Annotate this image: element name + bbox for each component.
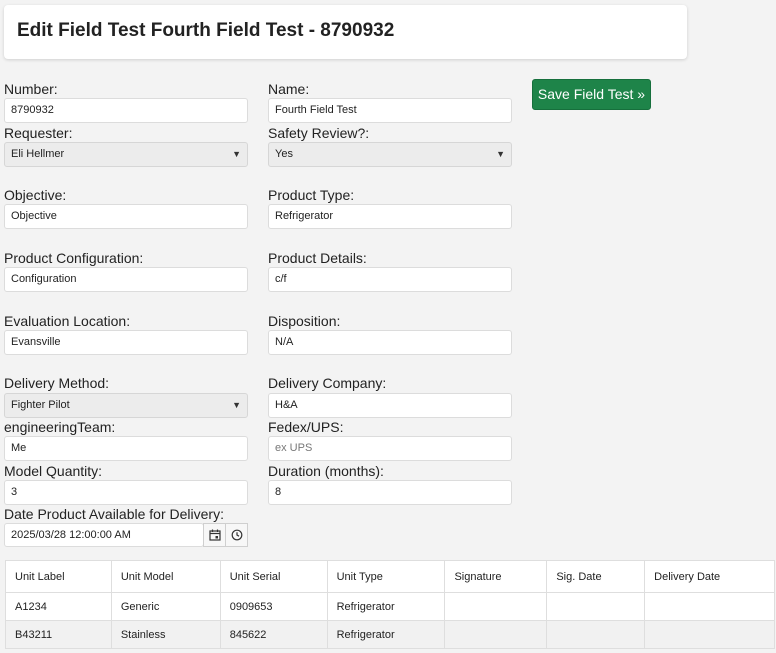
duration-input[interactable]: 8	[268, 480, 512, 505]
engineering-team-input[interactable]: Me	[4, 436, 248, 461]
delivery-company-input[interactable]: H&A	[268, 393, 512, 418]
fedex-ups-input[interactable]: ex UPS	[268, 436, 512, 461]
col-delivery-date[interactable]: Delivery Date	[644, 560, 775, 593]
name-label: Name:	[268, 81, 310, 97]
table-cell	[644, 620, 775, 649]
objective-label: Objective:	[4, 187, 67, 203]
duration-label: Duration (months):	[268, 463, 384, 479]
col-unit-label[interactable]: Unit Label	[5, 560, 112, 593]
col-sig-date[interactable]: Sig. Date	[546, 560, 646, 593]
table-cell: Refrigerator	[326, 592, 446, 621]
model-quantity-input[interactable]: 3	[4, 480, 248, 505]
fedex-ups-label: Fedex/UPS:	[268, 419, 344, 435]
calendar-icon	[208, 529, 221, 541]
safety-review-select[interactable]: Yes ▼	[268, 142, 512, 167]
model-quantity-label: Model Quantity:	[4, 463, 103, 479]
available-date-label: Date Product Available for Delivery:	[4, 506, 224, 522]
number-input[interactable]: 8790932	[4, 98, 248, 123]
product-type-label: Product Type:	[268, 187, 355, 203]
table-cell	[444, 592, 548, 621]
product-details-input[interactable]: c/f	[268, 267, 512, 292]
requester-label: Requester:	[4, 125, 73, 141]
table-cell	[444, 620, 548, 649]
engineering-team-label: engineeringTeam:	[4, 419, 116, 435]
delivery-method-select[interactable]: Fighter Pilot ▼	[4, 393, 248, 418]
available-date-input[interactable]: 2025/03/28 12:00:00 AM	[4, 523, 204, 547]
product-details-label: Product Details:	[268, 250, 367, 266]
table-cell: 0909653	[219, 592, 328, 621]
table-cell: Generic	[110, 592, 221, 621]
table-cell: A1234	[5, 592, 112, 621]
save-field-test-button[interactable]: Save Field Test »	[532, 79, 651, 110]
calendar-button[interactable]	[203, 523, 226, 547]
page-title: Edit Field Test Fourth Field Test - 8790…	[17, 20, 395, 41]
col-unit-type[interactable]: Unit Type	[326, 560, 446, 593]
requester-value: Eli Hellmer	[11, 148, 65, 160]
table-cell: Stainless	[110, 620, 221, 649]
table-cell: B43211	[5, 620, 112, 649]
number-label: Number:	[4, 81, 58, 97]
table-cell: Refrigerator	[326, 620, 446, 649]
table-row[interactable]: A1234 Generic 0909653 Refrigerator	[5, 592, 775, 621]
product-configuration-label: Product Configuration:	[4, 250, 144, 266]
units-table: Unit Label Unit Model Unit Serial Unit T…	[5, 560, 775, 649]
clock-icon	[231, 529, 242, 541]
clock-button[interactable]	[225, 523, 248, 547]
caret-down-icon: ▼	[496, 149, 505, 159]
safety-review-value: Yes	[275, 148, 293, 160]
caret-down-icon: ▼	[232, 149, 241, 159]
delivery-method-label: Delivery Method:	[4, 375, 110, 391]
evaluation-location-input[interactable]: Evansville	[4, 330, 248, 355]
safety-review-label: Safety Review?:	[268, 125, 370, 141]
caret-down-icon: ▼	[232, 400, 241, 410]
delivery-method-value: Fighter Pilot	[11, 399, 70, 411]
delivery-company-label: Delivery Company:	[268, 375, 387, 391]
name-input[interactable]: Fourth Field Test	[268, 98, 512, 123]
table-cell	[546, 620, 646, 649]
table-row[interactable]: B43211 Stainless 845622 Refrigerator	[5, 620, 775, 649]
disposition-label: Disposition:	[268, 313, 341, 329]
table-cell	[546, 592, 646, 621]
page-header: Edit Field Test Fourth Field Test - 8790…	[4, 5, 687, 59]
product-configuration-input[interactable]: Configuration	[4, 267, 248, 292]
table-cell	[644, 592, 775, 621]
requester-select[interactable]: Eli Hellmer ▼	[4, 142, 248, 167]
col-signature[interactable]: Signature	[444, 560, 548, 593]
disposition-input[interactable]: N/A	[268, 330, 512, 355]
objective-input[interactable]: Objective	[4, 204, 248, 229]
table-header-row: Unit Label Unit Model Unit Serial Unit T…	[5, 560, 775, 593]
col-unit-serial[interactable]: Unit Serial	[219, 560, 328, 593]
product-type-input[interactable]: Refrigerator	[268, 204, 512, 229]
evaluation-location-label: Evaluation Location:	[4, 313, 131, 329]
col-unit-model[interactable]: Unit Model	[110, 560, 221, 593]
table-cell: 845622	[219, 620, 328, 649]
